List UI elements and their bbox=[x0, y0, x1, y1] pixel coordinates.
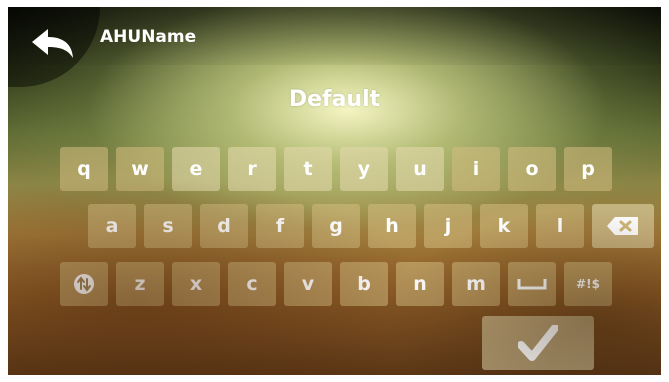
key-j[interactable]: j bbox=[424, 204, 472, 248]
key-b[interactable]: b bbox=[340, 262, 388, 306]
key-label: t bbox=[303, 158, 313, 180]
key-g[interactable]: g bbox=[312, 204, 360, 248]
key-c[interactable]: c bbox=[228, 262, 276, 306]
key-i[interactable]: i bbox=[452, 147, 500, 191]
keyboard-screen: AHUName Default q w e r t y u i o p a s … bbox=[8, 7, 661, 375]
key-label: r bbox=[247, 158, 257, 180]
key-label: f bbox=[275, 215, 285, 237]
key-t[interactable]: t bbox=[284, 147, 332, 191]
backspace-icon bbox=[607, 217, 638, 235]
key-a[interactable]: a bbox=[88, 204, 136, 248]
key-label: d bbox=[217, 215, 231, 237]
key-k[interactable]: k bbox=[480, 204, 528, 248]
key-label: m bbox=[466, 273, 486, 295]
key-o[interactable]: o bbox=[508, 147, 556, 191]
key-z[interactable]: z bbox=[116, 262, 164, 306]
key-label: u bbox=[413, 158, 427, 180]
key-label: a bbox=[105, 215, 119, 237]
key-q[interactable]: q bbox=[60, 147, 108, 191]
key-label: p bbox=[581, 158, 595, 180]
key-h[interactable]: h bbox=[368, 204, 416, 248]
key-v[interactable]: v bbox=[284, 262, 332, 306]
key-label: g bbox=[329, 215, 343, 237]
key-p[interactable]: p bbox=[564, 147, 612, 191]
key-u[interactable]: u bbox=[396, 147, 444, 191]
key-x[interactable]: x bbox=[172, 262, 220, 306]
space-bar-icon bbox=[517, 279, 547, 290]
space-button[interactable] bbox=[508, 262, 556, 306]
key-label: n bbox=[413, 273, 427, 295]
key-label: k bbox=[497, 215, 511, 237]
key-l[interactable]: l bbox=[536, 204, 584, 248]
checkmark-icon bbox=[518, 325, 558, 361]
back-button[interactable] bbox=[8, 7, 100, 87]
symbols-button[interactable]: #!$ bbox=[564, 262, 612, 306]
key-label: b bbox=[357, 273, 371, 295]
key-n[interactable]: n bbox=[396, 262, 444, 306]
key-d[interactable]: d bbox=[200, 204, 248, 248]
key-label: y bbox=[357, 158, 371, 180]
key-label: l bbox=[556, 215, 564, 237]
key-label: i bbox=[472, 158, 480, 180]
key-label: q bbox=[77, 158, 91, 180]
key-label: c bbox=[246, 273, 258, 295]
text-input-value[interactable]: Default bbox=[8, 87, 661, 112]
key-label: w bbox=[131, 158, 149, 180]
key-f[interactable]: f bbox=[256, 204, 304, 248]
key-label: s bbox=[162, 215, 174, 237]
backspace-button[interactable] bbox=[592, 204, 654, 248]
back-arrow-icon bbox=[32, 29, 73, 58]
page-title: AHUName bbox=[100, 27, 197, 47]
key-label: o bbox=[525, 158, 539, 180]
shift-icon bbox=[74, 274, 94, 294]
key-label: v bbox=[301, 273, 315, 295]
key-s[interactable]: s bbox=[144, 204, 192, 248]
key-label: h bbox=[385, 215, 399, 237]
confirm-button[interactable] bbox=[482, 316, 594, 370]
key-m[interactable]: m bbox=[452, 262, 500, 306]
key-w[interactable]: w bbox=[116, 147, 164, 191]
key-label: z bbox=[134, 273, 146, 295]
key-r[interactable]: r bbox=[228, 147, 276, 191]
key-label: x bbox=[189, 273, 203, 295]
key-e[interactable]: e bbox=[172, 147, 220, 191]
symbols-label: #!$ bbox=[576, 277, 600, 291]
key-y[interactable]: y bbox=[340, 147, 388, 191]
shift-button[interactable] bbox=[60, 262, 108, 306]
key-label: j bbox=[444, 215, 452, 237]
key-label: e bbox=[189, 158, 203, 180]
